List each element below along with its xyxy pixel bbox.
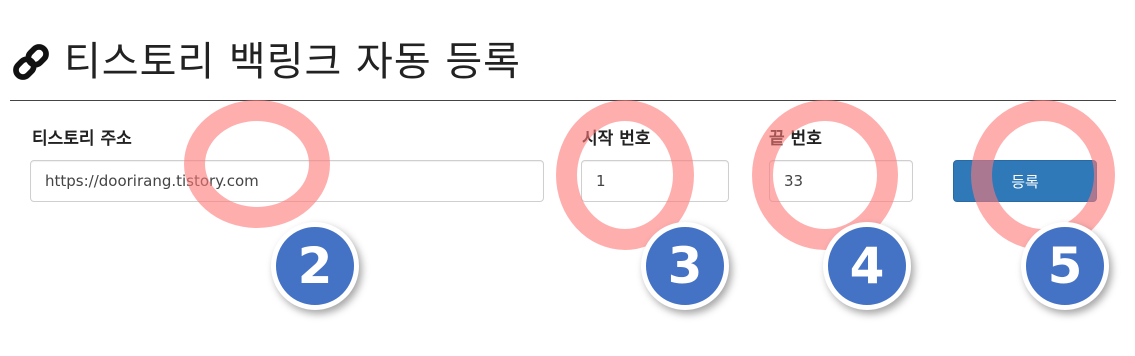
blog-url-label: 티스토리 주소 <box>32 129 132 149</box>
link-icon <box>13 44 49 80</box>
step-badge-4: 4 <box>823 222 911 310</box>
title-divider <box>10 100 1116 101</box>
page-header: 티스토리 백링크 자동 등록 <box>10 30 521 94</box>
page-title: 티스토리 백링크 자동 등록 <box>64 39 521 85</box>
register-button[interactable]: 등록 <box>953 160 1097 202</box>
end-number-input[interactable] <box>769 160 913 202</box>
step-badge-5: 5 <box>1021 222 1109 310</box>
step-badge-2: 2 <box>271 222 359 310</box>
end-number-label: 끝 번호 <box>769 129 822 149</box>
start-number-input[interactable] <box>581 160 729 202</box>
start-number-label: 시작 번호 <box>582 129 651 149</box>
step-badge-3: 3 <box>641 222 729 310</box>
blog-url-input[interactable] <box>30 160 544 202</box>
